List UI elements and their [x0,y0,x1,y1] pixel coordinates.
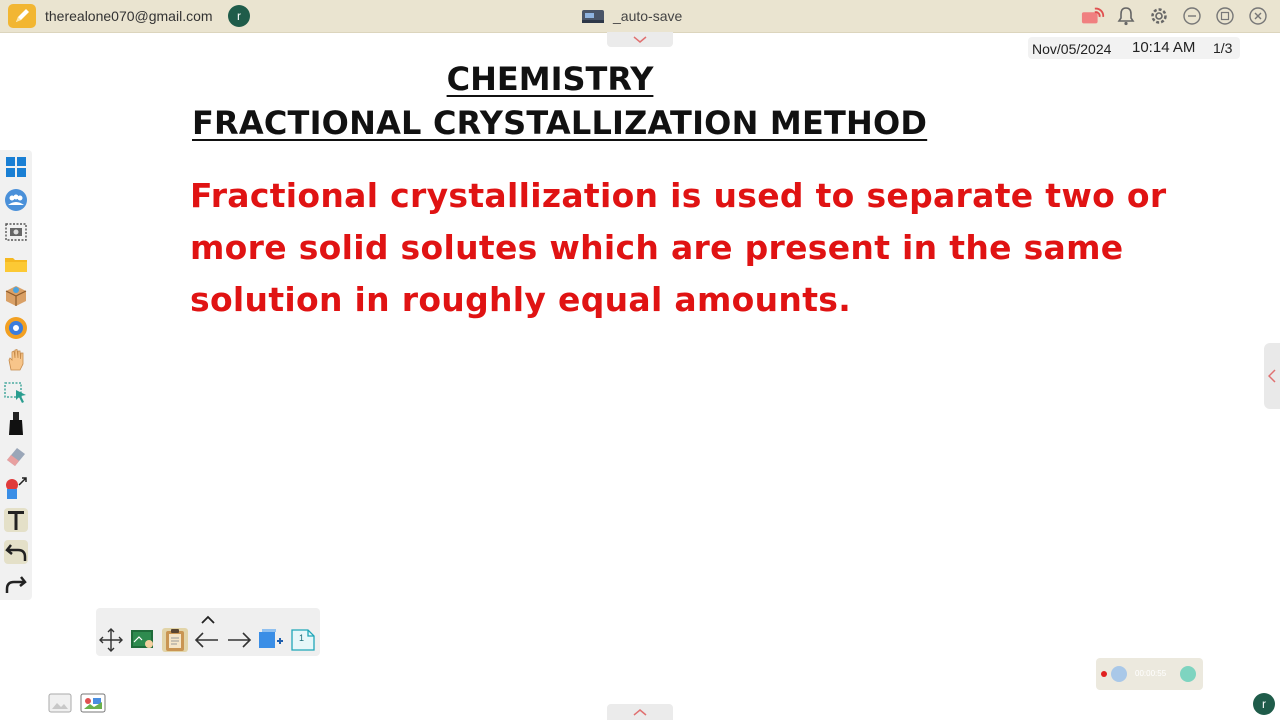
cast-icon[interactable] [1081,5,1105,27]
file-drive-icon[interactable] [580,6,606,26]
title-bar: therealone070@gmail.com r _auto-save [0,0,1280,33]
clipboard-icon[interactable] [162,628,188,652]
gear-icon[interactable] [1147,5,1171,27]
chevron-up-icon [633,709,647,716]
shapes-icon[interactable] [4,476,28,500]
image-icon[interactable] [48,692,72,714]
recording-widget: 00:00:55 [1096,658,1203,690]
date-time-display: Nov/05/2024 10:14 AM 1/3 [1028,37,1240,59]
stop-icon[interactable] [1180,666,1196,682]
app-logo-icon[interactable] [8,4,36,28]
gallery-icon[interactable] [80,692,106,714]
page-subtitle: FRACTIONAL CRYSTALLIZATION METHOD [192,104,928,142]
close-icon[interactable] [1246,5,1270,27]
redo-icon[interactable] [4,572,28,596]
chevron-up-icon[interactable] [200,610,216,629]
page-toolbar: 1 [96,608,320,656]
bottom-dropdown-tab[interactable] [607,704,673,720]
pen-icon[interactable] [4,412,28,436]
avatar[interactable]: r [1253,693,1275,715]
body-text: Fractional crystallization is used to se… [190,176,1167,319]
undo-icon[interactable] [4,540,28,564]
package-icon[interactable] [4,284,28,308]
restore-icon[interactable] [1213,5,1237,27]
date-label: Nov/05/2024 [1032,41,1112,57]
page-indicator: 1/3 [1213,40,1233,56]
move-icon[interactable] [98,628,124,652]
side-panel-tab[interactable] [1264,343,1280,409]
left-toolbar [0,150,32,600]
bell-icon[interactable] [1114,5,1138,27]
pause-icon[interactable] [1111,666,1127,682]
prev-page-icon[interactable] [194,628,220,652]
text-icon[interactable] [4,508,28,532]
account-email[interactable]: therealone070@gmail.com [45,8,213,24]
folder-icon[interactable] [4,252,28,276]
page-title: CHEMISTRY [446,60,654,98]
windows-icon[interactable] [4,155,28,179]
time-label: 10:14 AM [1132,39,1196,56]
page-number-button[interactable]: 1 [290,628,316,652]
next-page-icon[interactable] [226,628,252,652]
eraser-icon[interactable] [4,444,28,468]
browser-icon[interactable] [4,316,28,340]
people-icon[interactable] [4,188,28,212]
page-number-label: 1 [299,633,305,643]
minimize-icon[interactable] [1180,5,1204,27]
avatar[interactable]: r [228,5,250,27]
hand-icon[interactable] [4,348,28,372]
add-page-icon[interactable] [258,628,284,652]
record-dot-icon [1101,671,1107,677]
select-icon[interactable] [4,380,28,404]
chevron-down-icon [633,35,647,43]
recording-timer: 00:00:55 [1135,669,1167,678]
chevron-left-icon [1268,369,1276,383]
file-name[interactable]: _auto-save [613,8,682,24]
board-icon[interactable] [130,628,156,652]
top-dropdown-tab[interactable] [607,32,673,47]
screen-capture-icon[interactable] [4,220,28,244]
